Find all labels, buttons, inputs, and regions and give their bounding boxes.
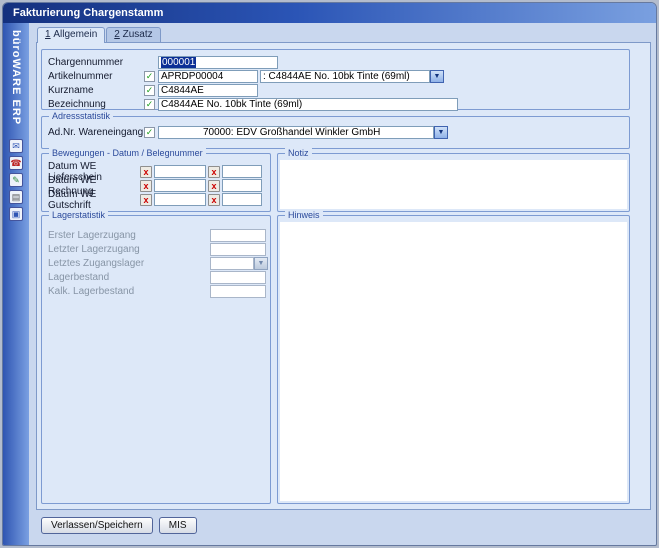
lieferschein-beleg-input[interactable] [222, 165, 262, 178]
wareneingang-row: Ad.Nr. Wareneingang ✓ 70000: EDV Großhan… [48, 126, 629, 139]
tab-zusatz[interactable]: 2 Zusatz [106, 27, 160, 42]
wareneingang-checkbox[interactable]: ✓ [144, 127, 155, 138]
letzter-lagerzugang-label: Letzter Lagerzugang [48, 244, 210, 255]
window-titlebar: Fakturierung Chargenstamm [3, 3, 656, 23]
kalk-lagerbestand-input[interactable] [210, 285, 266, 298]
verlassen-speichern-button[interactable]: Verlassen/Speichern [41, 517, 153, 534]
erster-lagerzugang-input[interactable] [210, 229, 266, 242]
hinweis-textarea[interactable] [280, 222, 627, 501]
clear-rechnung-beleg-button[interactable]: x [208, 180, 220, 192]
lagerbestand-input[interactable] [210, 271, 266, 284]
rechnung-beleg-input[interactable] [222, 179, 262, 192]
adressstatistik-group: Adressstatistik Ad.Nr. Wareneingang ✓ 70… [41, 116, 630, 149]
general-group: Chargennummer 000001 Artikelnummer ✓ APR… [41, 49, 630, 110]
kurzname-label: Kurzname [48, 85, 144, 96]
kurzname-input[interactable]: C4844AE [158, 84, 258, 97]
artikelnummer-combo: : C4844AE No. 10bk Tinte (69ml) ▼ [260, 70, 444, 83]
rechnung-date-input[interactable] [154, 179, 206, 192]
erster-lagerzugang-label: Erster Lagerzugang [48, 230, 210, 241]
clear-lieferschein-date-button[interactable]: x [140, 166, 152, 178]
tab-bar: 1 Allgemein 2 Zusatz [37, 27, 651, 42]
tab-zusatz-label: Zusatz [123, 29, 153, 40]
bezeichnung-label: Bezeichnung [48, 99, 144, 110]
lagerstatistik-title: Lagerstatistik [49, 210, 108, 221]
wareneingang-checkbox-slot: ✓ [144, 127, 158, 138]
clear-rechnung-date-button[interactable]: x [140, 180, 152, 192]
letzter-lagerzugang-input[interactable] [210, 243, 266, 256]
kurzname-checkbox[interactable]: ✓ [144, 85, 155, 96]
sidebar: büroWARE ERP ✉ ☎ ✎ ▤ ▣ [3, 23, 29, 546]
hinweis-group: Hinweis [277, 215, 630, 504]
kalk-lagerbestand-label: Kalk. Lagerbestand [48, 286, 210, 297]
app-window: Fakturierung Chargenstamm büroWARE ERP ✉… [2, 2, 657, 546]
artikelnummer-dropdown-button[interactable]: ▼ [430, 70, 444, 83]
window-body: büroWARE ERP ✉ ☎ ✎ ▤ ▣ 1 Allgemein 2 Zus… [3, 23, 656, 546]
letztes-zugangslager-row: Letztes Zugangslager ▼ [48, 257, 270, 270]
tab-allgemein-num: 1 [45, 29, 51, 40]
clear-lieferschein-beleg-button[interactable]: x [208, 166, 220, 178]
document-icon[interactable]: ▣ [9, 207, 23, 221]
kalk-lagerbestand-row: Kalk. Lagerbestand [48, 285, 270, 298]
kurzname-row: Kurzname ✓ C4844AE [48, 84, 629, 97]
gutschrift-label: Datum WE Gutschrift [48, 189, 140, 211]
chargennummer-row: Chargennummer 000001 [48, 56, 629, 69]
edit-icon[interactable]: ✎ [9, 173, 23, 187]
letztes-zugangslager-dropdown-button[interactable]: ▼ [254, 257, 268, 270]
notiz-textarea[interactable] [280, 160, 627, 209]
sidebar-toolbar: ✉ ☎ ✎ ▤ ▣ [9, 139, 23, 221]
main-area: 1 Allgemein 2 Zusatz Chargennummer 00000… [29, 23, 656, 546]
footer-bar: Verlassen/Speichern MIS [41, 517, 651, 534]
artikelnummer-label: Artikelnummer [48, 71, 144, 82]
phone-icon[interactable]: ☎ [9, 156, 23, 170]
kurzname-checkbox-slot: ✓ [144, 85, 158, 96]
adressstatistik-title: Adressstatistik [49, 111, 113, 122]
artikelnummer-input[interactable]: APRDP00004 [158, 70, 258, 83]
erster-lagerzugang-row: Erster Lagerzugang [48, 229, 270, 242]
artikelnummer-description: : C4844AE No. 10bk Tinte (69ml) [260, 70, 430, 83]
tab-allgemein[interactable]: 1 Allgemein [37, 27, 105, 43]
tab-zusatz-num: 2 [114, 29, 120, 40]
artikelnummer-row: Artikelnummer ✓ APRDP00004 : C4844AE No.… [48, 70, 629, 83]
tab-allgemein-label: Allgemein [53, 29, 97, 40]
brand-logo: büroWARE ERP [10, 30, 22, 125]
bewegungen-title: Bewegungen - Datum / Belegnummer [49, 148, 206, 159]
gutschrift-date-input[interactable] [154, 193, 206, 206]
window-title: Fakturierung Chargenstamm [13, 7, 163, 19]
gutschrift-beleg-input[interactable] [222, 193, 262, 206]
hinweis-title: Hinweis [285, 210, 323, 221]
wareneingang-value[interactable]: 70000: EDV Großhandel Winkler GmbH [158, 126, 434, 139]
letztes-zugangslager-input[interactable] [210, 257, 254, 270]
wareneingang-combo: 70000: EDV Großhandel Winkler GmbH ▼ [158, 126, 448, 139]
chargennummer-input[interactable]: 000001 [158, 56, 278, 69]
letzter-lagerzugang-row: Letzter Lagerzugang [48, 243, 270, 256]
bezeichnung-input[interactable]: C4844AE No. 10bk Tinte (69ml) [158, 98, 458, 111]
chargennummer-value: 000001 [161, 57, 196, 68]
lieferschein-date-input[interactable] [154, 165, 206, 178]
bezeichnung-row: Bezeichnung ✓ C4844AE No. 10bk Tinte (69… [48, 98, 629, 111]
print-icon[interactable]: ▤ [9, 190, 23, 204]
mis-button[interactable]: MIS [159, 517, 197, 534]
form-panel: Chargennummer 000001 Artikelnummer ✓ APR… [36, 42, 651, 510]
letztes-zugangslager-combo: ▼ [210, 257, 268, 270]
artikelnummer-checkbox[interactable]: ✓ [144, 71, 155, 82]
lagerstatistik-group: Lagerstatistik Erster Lagerzugang Letzte… [41, 215, 271, 504]
clear-gutschrift-beleg-button[interactable]: x [208, 194, 220, 206]
notiz-title: Notiz [285, 148, 312, 159]
letztes-zugangslager-label: Letztes Zugangslager [48, 258, 210, 269]
artikelnummer-checkbox-slot: ✓ [144, 71, 158, 82]
notiz-group: Notiz [277, 153, 630, 212]
bezeichnung-checkbox[interactable]: ✓ [144, 99, 155, 110]
lagerbestand-row: Lagerbestand [48, 271, 270, 284]
chargennummer-label: Chargennummer [48, 57, 144, 68]
lagerbestand-label: Lagerbestand [48, 272, 210, 283]
bewegungen-group: Bewegungen - Datum / Belegnummer Datum W… [41, 153, 271, 212]
gutschrift-row: Datum WE Gutschrift x x [48, 193, 270, 206]
wareneingang-label: Ad.Nr. Wareneingang [48, 127, 144, 138]
mail-icon[interactable]: ✉ [9, 139, 23, 153]
bezeichnung-checkbox-slot: ✓ [144, 99, 158, 110]
clear-gutschrift-date-button[interactable]: x [140, 194, 152, 206]
wareneingang-dropdown-button[interactable]: ▼ [434, 126, 448, 139]
